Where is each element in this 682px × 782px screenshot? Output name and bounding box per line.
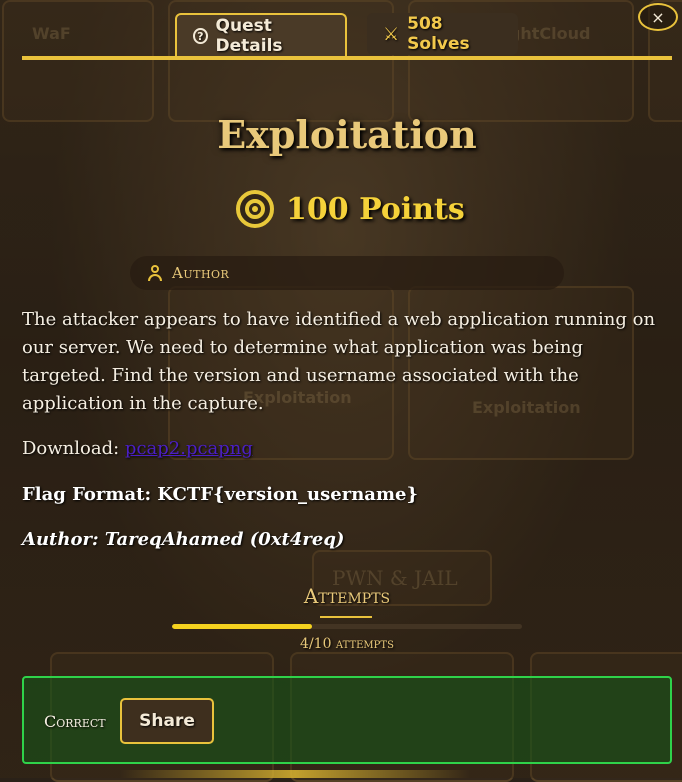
bottom-glow bbox=[120, 770, 470, 778]
question-circle-icon: ? bbox=[193, 28, 208, 44]
share-button[interactable]: Share bbox=[120, 698, 214, 744]
download-line: Download: pcap2.pcapng bbox=[22, 438, 253, 459]
tab-quest-details-label: Quest Details bbox=[215, 16, 283, 56]
points-display: 100 Points bbox=[236, 190, 465, 228]
close-icon: × bbox=[651, 7, 665, 27]
download-link[interactable]: pcap2.pcapng bbox=[125, 438, 253, 459]
attempts-title: Attempts bbox=[303, 584, 391, 608]
points-label: 100 Points bbox=[286, 191, 465, 227]
tab-solves-label: 508 Solves bbox=[407, 14, 470, 54]
target-icon bbox=[236, 190, 274, 228]
author-label: Author bbox=[172, 264, 230, 282]
author-bar: Author bbox=[130, 256, 564, 290]
tab-underline bbox=[22, 56, 672, 60]
download-prefix: Download: bbox=[22, 438, 120, 459]
attempts-count: 4/10 attempts bbox=[300, 636, 394, 652]
quest-modal: ? Quest Details ⚔ 508 Solves × Exploitat… bbox=[0, 0, 682, 778]
tab-solves[interactable]: ⚔ 508 Solves bbox=[367, 13, 518, 55]
user-icon bbox=[148, 265, 162, 281]
author-credit: Author: TareqAhamed (0xt4req) bbox=[22, 529, 345, 550]
quest-description: The attacker appears to have identified … bbox=[22, 309, 656, 414]
attempts-progress-bar bbox=[172, 624, 522, 629]
tab-quest-details[interactable]: ? Quest Details bbox=[175, 13, 347, 57]
attempts-title-underline bbox=[320, 616, 372, 618]
crossed-swords-icon: ⚔ bbox=[383, 23, 400, 45]
close-button[interactable]: × bbox=[638, 3, 678, 31]
flag-format: Flag Format: KCTF{version_username} bbox=[22, 484, 419, 505]
result-box: Correct Share bbox=[22, 676, 672, 764]
attempts-progress-fill bbox=[172, 624, 312, 629]
quest-title: Exploitation bbox=[217, 112, 477, 157]
result-label: Correct bbox=[44, 712, 106, 731]
